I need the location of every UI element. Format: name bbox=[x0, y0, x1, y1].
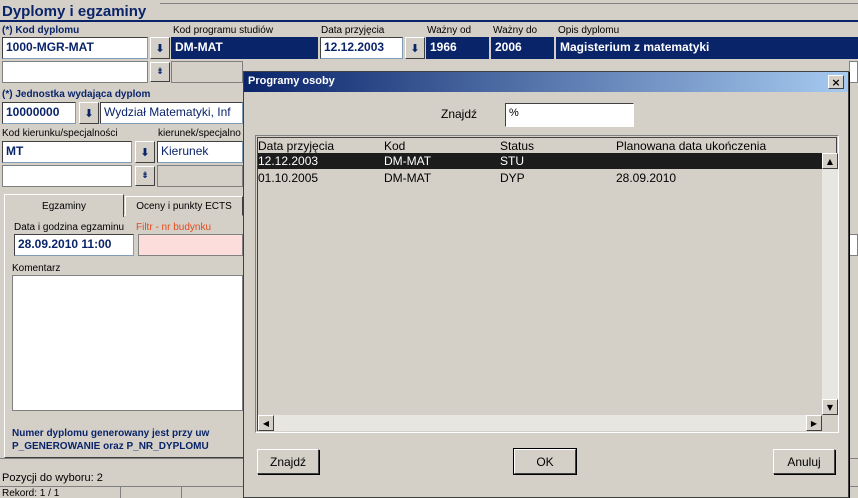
col-header-status[interactable]: Status bbox=[500, 139, 534, 153]
table-row[interactable]: 01.10.2005 DM-MAT DYP 28.09.2010 bbox=[258, 170, 822, 186]
download-arrow-icon: ⇟ bbox=[156, 67, 164, 77]
dialog-find-input[interactable]: % bbox=[505, 103, 634, 127]
kierunek-label: kierunek/specjalno bbox=[158, 128, 241, 139]
jednostka-kod-field[interactable]: 10000000 bbox=[2, 102, 76, 124]
kod-dyplomu-field[interactable]: 1000-MGR-MAT bbox=[2, 37, 148, 59]
download-arrow-icon: ⬇ bbox=[140, 145, 150, 159]
status-rekord: Rekord: 1 / 1 bbox=[2, 488, 60, 498]
komentarz-label: Komentarz bbox=[12, 263, 61, 274]
grid-frame: Data przyjęcia Kod Status Planowana data… bbox=[257, 137, 838, 431]
cell-data: 12.12.2003 bbox=[258, 154, 319, 168]
title-divider bbox=[160, 0, 858, 4]
kod-kierunku-field-2[interactable] bbox=[2, 165, 132, 187]
dialog-ok-button[interactable]: OK bbox=[513, 448, 577, 475]
kod-programu-field-2 bbox=[171, 61, 243, 83]
download-arrow-icon: ⇟ bbox=[141, 171, 149, 181]
kod-programu-label: Kod programu studiów bbox=[173, 25, 274, 36]
cell-data: 01.10.2005 bbox=[258, 171, 319, 185]
kierunek-field-2 bbox=[157, 165, 243, 187]
status-pozycji: Pozycji do wyboru: 2 bbox=[2, 472, 103, 484]
kod-programu-field[interactable]: DM-MAT bbox=[171, 37, 318, 59]
download-arrow-icon: ⬇ bbox=[155, 41, 165, 55]
tab-oceny[interactable]: Oceny i punkty ECTS bbox=[125, 196, 243, 216]
triangle-right-icon: ▶ bbox=[810, 418, 818, 428]
right-field-fragment bbox=[849, 61, 858, 83]
triangle-down-icon: ▼ bbox=[826, 402, 834, 412]
dialog-title: Programy osoby bbox=[244, 72, 848, 92]
horizontal-scrollbar[interactable]: ◀ ▶ bbox=[258, 415, 822, 431]
col-header-data[interactable]: Data przyjęcia bbox=[258, 139, 334, 153]
programy-grid: Data przyjęcia Kod Status Planowana data… bbox=[255, 135, 839, 433]
cell-status: STU bbox=[500, 154, 524, 168]
wazny-od-label: Ważny od bbox=[427, 25, 472, 36]
jednostka-nazwa-field[interactable]: Wydział Matematyki, Inf bbox=[100, 102, 243, 124]
scroll-up-button[interactable]: ▲ bbox=[822, 153, 838, 169]
kod-kierunku-lov-button-2[interactable]: ⇟ bbox=[135, 166, 155, 186]
page-title: Dyplomy i egzaminy bbox=[2, 3, 147, 20]
download-arrow-icon: ⬇ bbox=[84, 106, 94, 120]
close-icon: × bbox=[831, 75, 841, 89]
cell-kod: DM-MAT bbox=[384, 171, 432, 185]
note-line-1: Numer dyplomu generowany jest przy uw bbox=[12, 428, 210, 439]
exam-date-label: Data i godzina egzaminu bbox=[14, 222, 125, 233]
dialog-close-button[interactable]: × bbox=[828, 75, 844, 89]
table-row[interactable]: 12.12.2003 DM-MAT STU bbox=[258, 153, 822, 169]
programy-osoby-dialog: Programy osoby × Znajdź % Data przyjęcia… bbox=[243, 71, 849, 498]
wazny-do-field[interactable]: 2006 bbox=[491, 37, 554, 59]
wazny-do-label: Ważny do bbox=[493, 25, 538, 36]
kod-dyplomu-lov-button[interactable]: ⬇ bbox=[150, 37, 170, 59]
filtr-field[interactable] bbox=[138, 234, 243, 256]
data-przyjecia-field[interactable]: 12.12.2003 bbox=[320, 37, 403, 59]
cell-status: DYP bbox=[500, 171, 525, 185]
jednostka-label: (*) Jednostka wydająca dyplom bbox=[2, 89, 151, 100]
dialog-find-button[interactable]: Znajdź bbox=[257, 449, 319, 474]
kod-kierunku-label: Kod kierunku/specjalności bbox=[2, 128, 118, 139]
note-line-2: P_GENEROWANIE oraz P_NR_DYPLOMU bbox=[12, 441, 209, 452]
triangle-up-icon: ▲ bbox=[826, 156, 834, 166]
kod-dyplomu-label: (*) Kod dyplomu bbox=[2, 25, 80, 36]
right-field-fragment-2 bbox=[849, 234, 858, 256]
scroll-corner bbox=[822, 415, 838, 431]
exam-date-field[interactable]: 28.09.2010 11:00 bbox=[14, 234, 134, 256]
scroll-right-button[interactable]: ▶ bbox=[806, 415, 822, 431]
opis-field[interactable]: Magisterium z matematyki bbox=[556, 37, 858, 59]
vertical-scrollbar[interactable]: ▲ ▼ bbox=[822, 153, 838, 415]
scroll-down-button[interactable]: ▼ bbox=[822, 399, 838, 415]
dialog-cancel-button[interactable]: Anuluj bbox=[773, 449, 835, 474]
scroll-left-button[interactable]: ◀ bbox=[258, 415, 274, 431]
kod-dyplomu-field-2[interactable] bbox=[2, 61, 148, 83]
tab-egzaminy[interactable]: Egzaminy bbox=[4, 194, 124, 217]
opis-label: Opis dyplomu bbox=[558, 25, 620, 36]
data-przyjecia-label: Data przyjęcia bbox=[321, 25, 385, 36]
cell-kod: DM-MAT bbox=[384, 154, 432, 168]
komentarz-textarea[interactable] bbox=[12, 275, 243, 411]
cell-planowana: 28.09.2010 bbox=[616, 171, 677, 185]
col-header-planowana[interactable]: Planowana data ukończenia bbox=[616, 139, 766, 153]
kod-kierunku-lov-button[interactable]: ⬇ bbox=[135, 141, 155, 163]
wazny-od-field[interactable]: 1966 bbox=[426, 37, 489, 59]
download-arrow-icon: ⬇ bbox=[410, 41, 420, 55]
kod-kierunku-field[interactable]: MT bbox=[2, 141, 132, 163]
filtr-label: Filtr - nr budynku bbox=[136, 222, 212, 233]
status-cell bbox=[120, 487, 182, 498]
dialog-find-label: Znajdź bbox=[441, 107, 478, 121]
kierunek-field[interactable]: Kierunek bbox=[157, 141, 243, 163]
data-przyjecia-lov-button[interactable]: ⬇ bbox=[405, 37, 425, 59]
col-header-kod[interactable]: Kod bbox=[384, 139, 405, 153]
jednostka-lov-button[interactable]: ⬇ bbox=[79, 102, 99, 124]
triangle-left-icon: ◀ bbox=[262, 418, 270, 428]
kod-dyplomu-lov-button-2[interactable]: ⇟ bbox=[150, 62, 170, 82]
